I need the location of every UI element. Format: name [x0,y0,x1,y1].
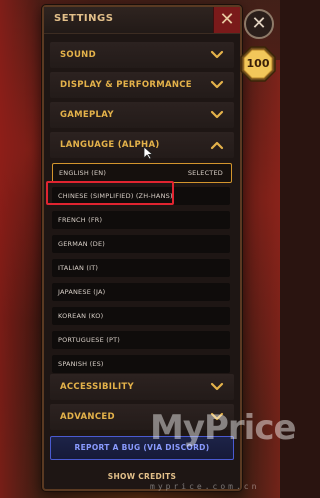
language-label: GERMAN (DE) [58,240,106,248]
language-label: JAPANESE (JA) [58,288,106,296]
section-gameplay[interactable]: GAMEPLAY [50,102,234,128]
section-sound[interactable]: SOUND [50,42,234,68]
language-label: ITALIAN (IT) [58,264,99,272]
settings-title: SETTINGS [54,13,114,24]
chevron-up-icon [210,138,224,152]
section-label: ADVANCED [60,412,115,422]
section-label: ACCESSIBILITY [60,382,134,392]
language-label: FRENCH (FR) [58,216,103,224]
language-option-portuguese[interactable]: PORTUGUESE (PT) [52,331,230,349]
section-label: SOUND [60,50,96,60]
mouse-cursor-icon [143,146,154,160]
chevron-down-icon [210,78,224,92]
language-label: PORTUGUESE (PT) [58,336,120,344]
chevron-down-icon [210,108,224,122]
chevron-down-icon [210,48,224,62]
language-option-english[interactable]: ENGLISH (EN) SELECTED [52,163,232,183]
language-option-german[interactable]: GERMAN (DE) [52,235,230,253]
selected-badge: SELECTED [187,169,223,177]
close-icon: ✕ [219,9,235,30]
highlight-annotation [46,181,174,205]
watermark-logo: MyPrice [150,408,297,448]
language-label: ENGLISH (EN) [59,169,107,177]
language-option-japanese[interactable]: JAPANESE (JA) [52,283,230,301]
language-option-italian[interactable]: ITALIAN (IT) [52,259,230,277]
section-label: DISPLAY & PERFORMANCE [60,80,192,90]
background-left-glow [0,0,40,498]
language-option-korean[interactable]: KOREAN (KO) [52,307,230,325]
chevron-down-icon [210,380,224,394]
level-badge: 100 [240,46,276,82]
show-credits-button[interactable]: SHOW CREDITS [44,472,240,481]
panel-close-button[interactable]: ✕ [213,7,240,33]
section-label: GAMEPLAY [60,110,114,120]
language-label: SPANISH (ES) [58,360,104,368]
language-option-spanish[interactable]: SPANISH (ES) [52,355,230,373]
side-close-button[interactable]: ✕ [244,9,274,39]
section-display-performance[interactable]: DISPLAY & PERFORMANCE [50,72,234,98]
settings-header: SETTINGS ✕ [44,7,240,34]
section-accessibility[interactable]: ACCESSIBILITY [50,374,234,400]
watermark-url: myprice.com.cn [150,482,260,491]
language-label: KOREAN (KO) [58,312,104,320]
badge-value: 100 [246,57,270,70]
language-option-french[interactable]: FRENCH (FR) [52,211,230,229]
close-icon: ✕ [251,13,267,34]
section-language[interactable]: LANGUAGE (ALPHA) [50,132,234,158]
